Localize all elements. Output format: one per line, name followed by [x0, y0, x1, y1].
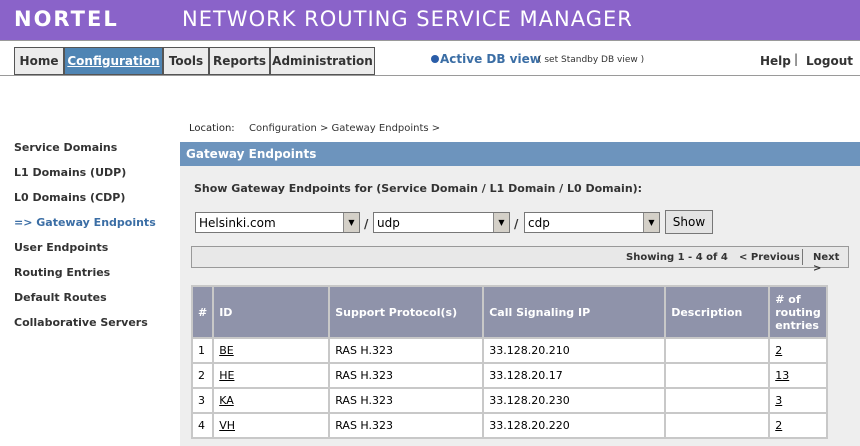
l1-domain-select[interactable]: udp ▼: [373, 212, 510, 233]
call-signaling-ip: 33.128.20.17: [482, 362, 667, 389]
table-row: 3 KA RAS H.323 33.128.20.230 3: [190, 387, 829, 414]
sidebar-item-user-endpoints[interactable]: User Endpoints: [14, 241, 108, 254]
chevron-down-icon: ▼: [343, 213, 359, 232]
support-protocol: RAS H.323: [328, 362, 485, 389]
pager-divider: [802, 249, 803, 265]
column-header-ip: Call Signaling IP: [482, 285, 667, 339]
row-number: 1: [190, 337, 215, 364]
pager: Showing 1 - 4 of 4 < Previous Next >: [191, 246, 849, 274]
chevron-down-icon: ▼: [493, 213, 509, 232]
row-number: 4: [190, 412, 215, 439]
description: [664, 337, 771, 364]
row-number: 3: [190, 387, 215, 414]
filter-separator: /: [514, 217, 519, 231]
column-header-id: ID: [212, 285, 331, 339]
tab-tools[interactable]: Tools: [163, 47, 209, 75]
service-domain-value: Helsinki.com: [199, 216, 276, 230]
tab-home[interactable]: Home: [14, 47, 64, 75]
sidebar-item-collaborative-servers[interactable]: Collaborative Servers: [14, 316, 148, 329]
pager-status: Showing 1 - 4 of 4: [626, 252, 728, 263]
section-header: Gateway Endpoints: [180, 142, 860, 166]
chevron-down-icon: ▼: [643, 213, 659, 232]
tab-administration[interactable]: Administration: [270, 47, 375, 75]
call-signaling-ip: 33.128.20.220: [482, 412, 667, 439]
sidebar-item-routing-entries[interactable]: Routing Entries: [14, 266, 110, 279]
banner: NORTEL NETWORK ROUTING SERVICE MANAGER: [0, 0, 860, 40]
table-row: 2 HE RAS H.323 33.128.20.17 13: [190, 362, 829, 389]
standby-db-view-link[interactable]: ( set Standby DB view ): [538, 55, 644, 65]
tab-configuration[interactable]: Configuration: [64, 47, 163, 75]
routing-entries-link[interactable]: 13: [775, 369, 789, 382]
endpoint-id-link[interactable]: HE: [219, 369, 234, 382]
call-signaling-ip: 33.128.20.210: [482, 337, 667, 364]
routing-entries-link[interactable]: 2: [775, 419, 782, 432]
nav-bar: Home Configuration Tools Reports Adminis…: [0, 40, 860, 76]
routing-entries-link[interactable]: 2: [775, 344, 782, 357]
logout-link[interactable]: Logout: [806, 54, 853, 68]
support-protocol: RAS H.323: [328, 337, 485, 364]
l0-domain-value: cdp: [528, 216, 550, 230]
tab-reports[interactable]: Reports: [209, 47, 270, 75]
column-header-routing-entries: # of routing entries: [768, 285, 829, 339]
sidebar-item-gateway-endpoints[interactable]: => Gateway Endpoints: [14, 216, 156, 229]
service-domain-select[interactable]: Helsinki.com ▼: [195, 212, 360, 233]
table-row: 1 BE RAS H.323 33.128.20.210 2: [190, 337, 829, 364]
gateway-endpoints-table: # ID Support Protocol(s) Call Signaling …: [190, 285, 829, 439]
l0-domain-select[interactable]: cdp ▼: [524, 212, 660, 233]
column-header-protocol: Support Protocol(s): [328, 285, 485, 339]
next-page-link[interactable]: Next >: [813, 252, 848, 274]
support-protocol: RAS H.323: [328, 412, 485, 439]
description: [664, 362, 771, 389]
sidebar-item-l1-domains[interactable]: L1 Domains (UDP): [14, 166, 126, 179]
help-link[interactable]: Help: [760, 54, 791, 68]
filter-label: Show Gateway Endpoints for (Service Doma…: [194, 182, 643, 195]
table-row: 4 VH RAS H.323 33.128.20.220 2: [190, 412, 829, 439]
filter-separator: /: [364, 217, 369, 231]
previous-page-link[interactable]: < Previous: [739, 252, 800, 263]
column-header-description: Description: [664, 285, 771, 339]
active-db-icon: [431, 55, 439, 63]
endpoint-id-link[interactable]: VH: [219, 419, 235, 432]
routing-entries-link[interactable]: 3: [775, 394, 782, 407]
support-protocol: RAS H.323: [328, 387, 485, 414]
page-title: Gateway Endpoints: [186, 147, 317, 161]
table-header-row: # ID Support Protocol(s) Call Signaling …: [190, 285, 829, 339]
sidebar-item-default-routes[interactable]: Default Routes: [14, 291, 107, 304]
show-button[interactable]: Show: [665, 210, 713, 234]
sidebar-item-l0-domains[interactable]: L0 Domains (CDP): [14, 191, 125, 204]
endpoint-id-link[interactable]: KA: [219, 394, 234, 407]
column-header-number: #: [190, 285, 215, 339]
description: [664, 412, 771, 439]
endpoint-id-link[interactable]: BE: [219, 344, 234, 357]
breadcrumb: Configuration > Gateway Endpoints >: [249, 123, 441, 134]
sidebar-item-service-domains[interactable]: Service Domains: [14, 141, 117, 154]
nav-separator: |: [794, 52, 799, 66]
nortel-logo: NORTEL: [14, 7, 119, 31]
l1-domain-value: udp: [377, 216, 400, 230]
active-db-view-link[interactable]: Active DB view: [440, 52, 541, 66]
call-signaling-ip: 33.128.20.230: [482, 387, 667, 414]
location-label: Location:: [189, 123, 235, 134]
description: [664, 387, 771, 414]
row-number: 2: [190, 362, 215, 389]
app-title: NETWORK ROUTING SERVICE MANAGER: [182, 7, 633, 31]
